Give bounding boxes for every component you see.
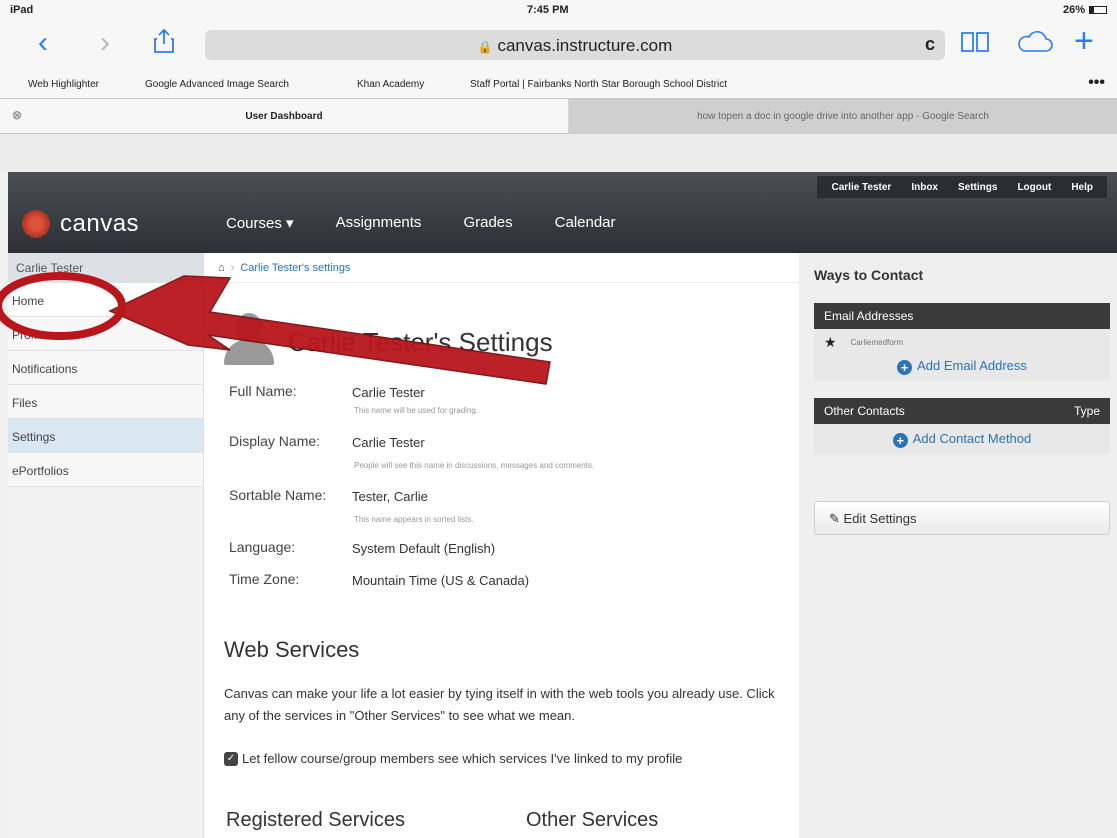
status-bar: iPad 7:45 PM 26% xyxy=(0,0,1117,20)
new-tab-icon[interactable]: + xyxy=(1074,24,1094,58)
status-time: 7:45 PM xyxy=(527,4,569,16)
tab-title: User Dashboard xyxy=(245,111,323,122)
breadcrumb-link[interactable]: Carlie Tester's settings xyxy=(240,262,350,274)
back-icon[interactable]: ‹ xyxy=(38,28,48,58)
sortable-name-hint: This name appears in sorted lists. xyxy=(354,515,474,524)
bookmark-item[interactable]: Google Advanced Image Search xyxy=(145,79,289,90)
user-menu: Carlie Tester Inbox Settings Logout Help xyxy=(817,176,1107,198)
sidebar-item-files[interactable]: Files xyxy=(8,385,203,419)
display-name-hint: People will see this name in discussions… xyxy=(354,461,595,470)
time-zone-value: Mountain Time (US & Canada) xyxy=(352,573,530,588)
help-link[interactable]: Help xyxy=(1061,182,1103,193)
sidebar-item-settings[interactable]: Settings xyxy=(8,419,203,453)
ways-to-contact-title: Ways to Contact xyxy=(814,267,924,283)
page-title: Carlie Tester's Settings xyxy=(288,327,553,357)
other-contacts-header: Other Contacts xyxy=(824,404,905,418)
lock-icon: 🔒 xyxy=(477,40,493,54)
share-services-label: Let fellow course/group members see whic… xyxy=(242,751,683,766)
inbox-link[interactable]: Inbox xyxy=(901,182,948,193)
sidebar-item-notifications[interactable]: Notifications xyxy=(8,351,203,385)
web-services-description: Canvas can make your life a lot easier b… xyxy=(224,686,775,723)
reload-icon[interactable]: c xyxy=(925,34,935,55)
url-text: canvas.instructure.com xyxy=(497,36,673,55)
full-name-label: Full Name: xyxy=(229,383,297,399)
sidebar-item-home[interactable]: Home xyxy=(8,283,203,317)
home-icon[interactable]: ⌂ xyxy=(218,262,225,274)
add-contact-label: Add Contact Method xyxy=(912,431,1032,446)
sidebar-item-profile[interactable]: Profile xyxy=(8,317,203,351)
plus-circle-icon: + xyxy=(897,360,913,375)
nav-calendar[interactable]: Calendar xyxy=(555,214,616,232)
share-icon[interactable] xyxy=(153,28,175,60)
nav-courses[interactable]: Courses ▾ xyxy=(226,214,294,232)
settings-link[interactable]: Settings xyxy=(948,182,1007,193)
user-sidebar: Carlie Tester Home Profile Notifications… xyxy=(8,253,204,838)
tab-bar: ⊗ User Dashboard how topen a doc in goog… xyxy=(0,98,1117,134)
share-services-checkbox[interactable]: ✓ xyxy=(224,751,238,766)
time-zone-label: Time Zone: xyxy=(229,571,300,587)
forward-icon[interactable]: › xyxy=(100,28,110,58)
pencil-icon: ✎ xyxy=(829,511,840,526)
language-label: Language: xyxy=(229,539,296,555)
add-contact-method-button[interactable]: + Add Contact Method xyxy=(814,424,1110,454)
canvas-logo[interactable]: canvas xyxy=(22,210,139,238)
bookmark-item[interactable]: Web Highlighter xyxy=(28,79,99,90)
nav-grades[interactable]: Grades xyxy=(463,214,512,232)
type-header: Type xyxy=(1073,404,1100,418)
full-name-value: Carlie Tester xyxy=(352,385,425,400)
edit-settings-label: Edit Settings xyxy=(843,511,917,526)
battery-percent: 26% xyxy=(1062,4,1085,16)
page-spacer xyxy=(0,134,1117,172)
main-nav: Courses ▾ Assignments Grades Calendar xyxy=(226,214,658,232)
canvas-logo-icon xyxy=(22,210,50,238)
avatar[interactable] xyxy=(222,313,276,365)
email-value: Carliemedform xyxy=(850,338,904,347)
settings-main: ⌂ › Carlie Tester's settings Carlie Tester… xyxy=(204,253,799,838)
battery-icon xyxy=(1089,6,1107,14)
sidebar-item-eportfolios[interactable]: ePortfolios xyxy=(8,453,203,487)
contact-sidebar: Ways to Contact Email Addresses ★ Carlie… xyxy=(799,253,1117,838)
logo-text: canvas xyxy=(60,210,140,237)
cloud-icon[interactable] xyxy=(1015,30,1053,60)
web-services-title: Web Services xyxy=(224,637,360,662)
language-value: System Default (English) xyxy=(352,541,496,556)
share-services-option[interactable]: ✓ Let fellow course/group members see wh… xyxy=(224,751,682,766)
star-icon[interactable]: ★ xyxy=(824,334,837,351)
display-name-value: Carlie Tester xyxy=(352,435,425,450)
tab-title: how topen a doc in google drive into ano… xyxy=(697,111,989,122)
email-addresses-box: Email Addresses ★ Carliemedform + Add Ema… xyxy=(814,303,1110,381)
other-services-title: Other Services xyxy=(526,809,659,831)
more-icon[interactable]: ••• xyxy=(1088,74,1105,92)
bookmarks-bar: Web Highlighter Google Advanced Image Se… xyxy=(0,70,1117,98)
bookmarks-icon[interactable] xyxy=(960,30,990,60)
sortable-name-value: Tester, Carlie xyxy=(352,489,428,504)
registered-services-title: Registered Services xyxy=(226,809,405,831)
address-bar[interactable]: 🔒 canvas.instructure.com c xyxy=(205,30,945,60)
bookmark-item[interactable]: Staff Portal | Fairbanks North Star Boro… xyxy=(470,79,727,90)
email-row: ★ Carliemedform xyxy=(814,329,1110,351)
add-email-button[interactable]: + Add Email Address xyxy=(814,351,1110,381)
edit-settings-button[interactable]: ✎ Edit Settings xyxy=(814,501,1110,535)
sidebar-user-name: Carlie Tester xyxy=(8,253,203,283)
plus-circle-icon: + xyxy=(892,433,908,448)
email-addresses-header: Email Addresses xyxy=(824,309,914,323)
device-label: iPad xyxy=(10,4,34,16)
add-email-label: Add Email Address xyxy=(917,358,1027,373)
tab-google-search[interactable]: how topen a doc in google drive into ano… xyxy=(569,99,1117,133)
display-name-label: Display Name: xyxy=(229,433,321,449)
sortable-name-label: Sortable Name: xyxy=(229,487,327,503)
breadcrumb: ⌂ › Carlie Tester's settings xyxy=(204,253,799,283)
logout-link[interactable]: Logout xyxy=(1007,182,1061,193)
full-name-hint: This name will be used for grading. xyxy=(354,406,479,415)
bookmark-item[interactable]: Khan Academy xyxy=(357,79,424,90)
browser-toolbar: ‹ › 🔒 canvas.instructure.com c + xyxy=(0,20,1117,70)
canvas-header: Carlie Tester Inbox Settings Logout Help… xyxy=(8,172,1117,253)
tab-user-dashboard[interactable]: ⊗ User Dashboard xyxy=(0,99,568,133)
user-name-link[interactable]: Carlie Tester xyxy=(821,182,901,193)
nav-assignments[interactable]: Assignments xyxy=(336,214,422,232)
other-contacts-box: Other Contacts Type + Add Contact Method xyxy=(814,398,1110,454)
